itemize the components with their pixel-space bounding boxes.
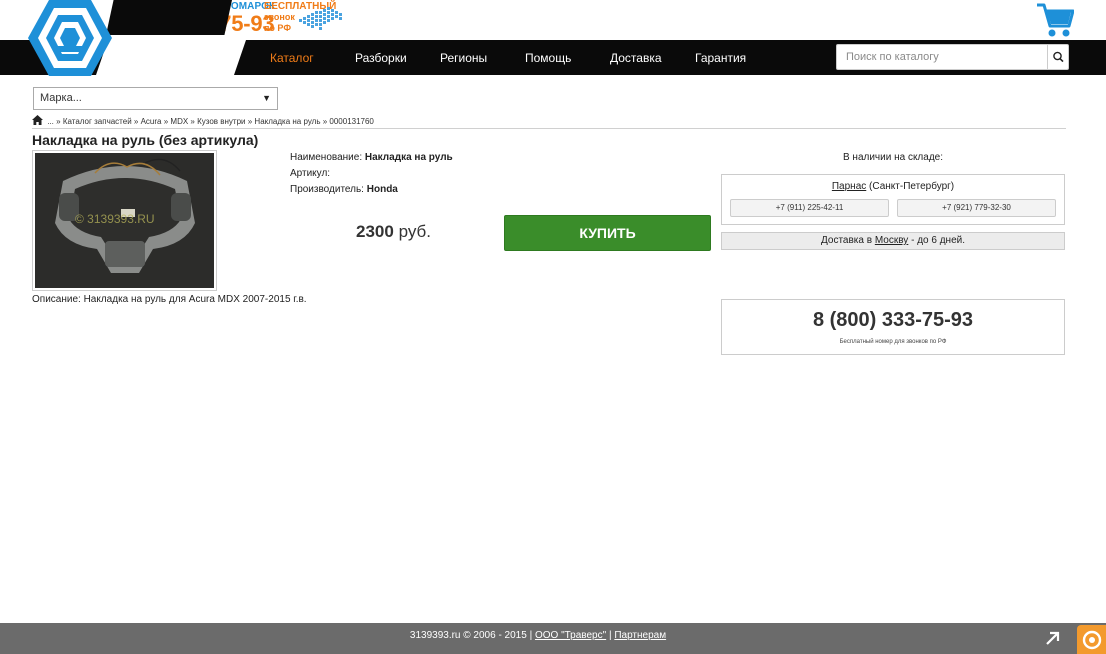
product-image[interactable]: © 3139393.RU <box>32 150 217 291</box>
footer-separator: | <box>608 630 612 641</box>
footer-partners-link[interactable]: Партнерам <box>614 630 666 641</box>
breadcrumb-item[interactable]: Каталог запчастей <box>63 117 132 126</box>
shop-label: Интернет-магазин АВТОЗАПЧАСТЕЙ <box>118 45 243 69</box>
nav-help[interactable]: Помощь <box>525 51 571 65</box>
russia-map-icon <box>299 7 342 30</box>
buy-button[interactable]: КУПИТЬ <box>504 215 711 251</box>
breadcrumb-item[interactable]: Acura <box>141 117 162 126</box>
free-phone-caption: Бесплатный номер для звонков по РФ <box>839 339 947 345</box>
prop-name-label: Наименование: <box>290 152 363 163</box>
logo-icon[interactable] <box>28 0 112 76</box>
nav-dismantling[interactable]: Разборки <box>355 51 407 65</box>
chevron-down-icon: ▼ <box>262 93 271 103</box>
free-phone-number[interactable]: 8 (800) 333-75-93 <box>722 309 1064 332</box>
search-button[interactable] <box>1047 45 1068 69</box>
prop-maker: Производитель: Honda <box>290 184 398 195</box>
steering-wheel-cover-image: © 3139393.RU <box>35 153 214 288</box>
stock-title: В наличии на складе: <box>842 152 944 163</box>
brand-select[interactable]: Марка... ▼ <box>33 87 278 110</box>
breadcrumb-current: 0000131760 <box>329 117 374 126</box>
shop-label-line1: Интернет-магазин <box>135 45 226 56</box>
prop-article-label: Артикул: <box>290 168 331 179</box>
nav-regions[interactable]: Регионы <box>440 51 487 65</box>
cart-icon[interactable] <box>1036 2 1074 38</box>
search-input[interactable] <box>837 45 1048 69</box>
delivery-suffix: - до 6 дней. <box>911 235 965 246</box>
prop-article: Артикул: <box>290 168 330 179</box>
store-phone-1[interactable]: +7 (911) 225-42-11 <box>730 199 889 217</box>
store-city: (Санкт-Петербург) <box>869 181 955 192</box>
chat-icon <box>1082 630 1102 650</box>
footer-copyright: 3139393.ru © 2006 - 2015 | <box>409 630 533 641</box>
prop-maker-label: Производитель: <box>290 184 364 195</box>
breadcrumb-item[interactable]: ... <box>47 117 54 126</box>
footer: 3139393.ru © 2006 - 2015 | ООО "Траверс"… <box>0 623 1106 654</box>
store-link[interactable]: Парнас <box>832 181 866 192</box>
watermark: © 3139393.RU <box>75 212 155 226</box>
delivery-info: Доставка в Москву - до 6 дней. <box>721 232 1065 250</box>
breadcrumb-item[interactable]: Кузов внутри <box>197 117 245 126</box>
delivery-city-link[interactable]: Москву <box>875 235 908 246</box>
prop-name: Наименование: Накладка на руль <box>290 152 453 163</box>
footer-text: 3139393.ru © 2006 - 2015 | ООО "Траверс"… <box>0 630 1076 641</box>
nav-delivery[interactable]: Доставка <box>610 51 662 65</box>
breadcrumb-item[interactable]: MDX <box>170 117 188 126</box>
price-unit: руб. <box>398 222 431 241</box>
nav-catalog[interactable]: Каталог <box>270 51 314 65</box>
breadcrumb-item[interactable]: Накладка на руль <box>254 117 320 126</box>
price: 2300 руб. <box>356 222 431 242</box>
product-description: Описание: Накладка на руль для Acura MDX… <box>32 294 307 305</box>
store-line: Парнас (Санкт-Петербург) <box>722 181 1064 192</box>
search-icon <box>1053 51 1064 63</box>
stock-box: Парнас (Санкт-Петербург) +7 (911) 225-42… <box>721 174 1065 225</box>
delivery-prefix: Доставка в <box>821 235 873 246</box>
breadcrumb: ... » Каталог запчастей » Acura » MDX » … <box>32 115 1066 129</box>
home-icon[interactable] <box>32 115 43 125</box>
price-value: 2300 <box>356 222 394 241</box>
shop-label-line2: АВТОЗАПЧАСТЕЙ <box>135 57 226 68</box>
store-phone-2[interactable]: +7 (921) 779-32-30 <box>897 199 1056 217</box>
page-title: Накладка на руль (без артикула) <box>32 132 259 148</box>
prop-maker-value: Honda <box>366 184 398 195</box>
product-photo: © 3139393.RU <box>35 153 214 288</box>
brand-select-value: Марка... <box>40 92 82 104</box>
arrow-up-right-icon[interactable] <box>1045 630 1061 646</box>
chat-widget-icon[interactable] <box>1077 625 1106 654</box>
free-phone-card: 8 (800) 333-75-93 Бесплатный номер для з… <box>721 299 1065 355</box>
prop-name-value: Накладка на руль <box>364 152 453 163</box>
shop-label-bg <box>106 0 232 35</box>
footer-company-link[interactable]: ООО "Траверс" <box>535 630 606 641</box>
search-box <box>836 44 1069 70</box>
nav-warranty[interactable]: Гарантия <box>695 51 746 65</box>
